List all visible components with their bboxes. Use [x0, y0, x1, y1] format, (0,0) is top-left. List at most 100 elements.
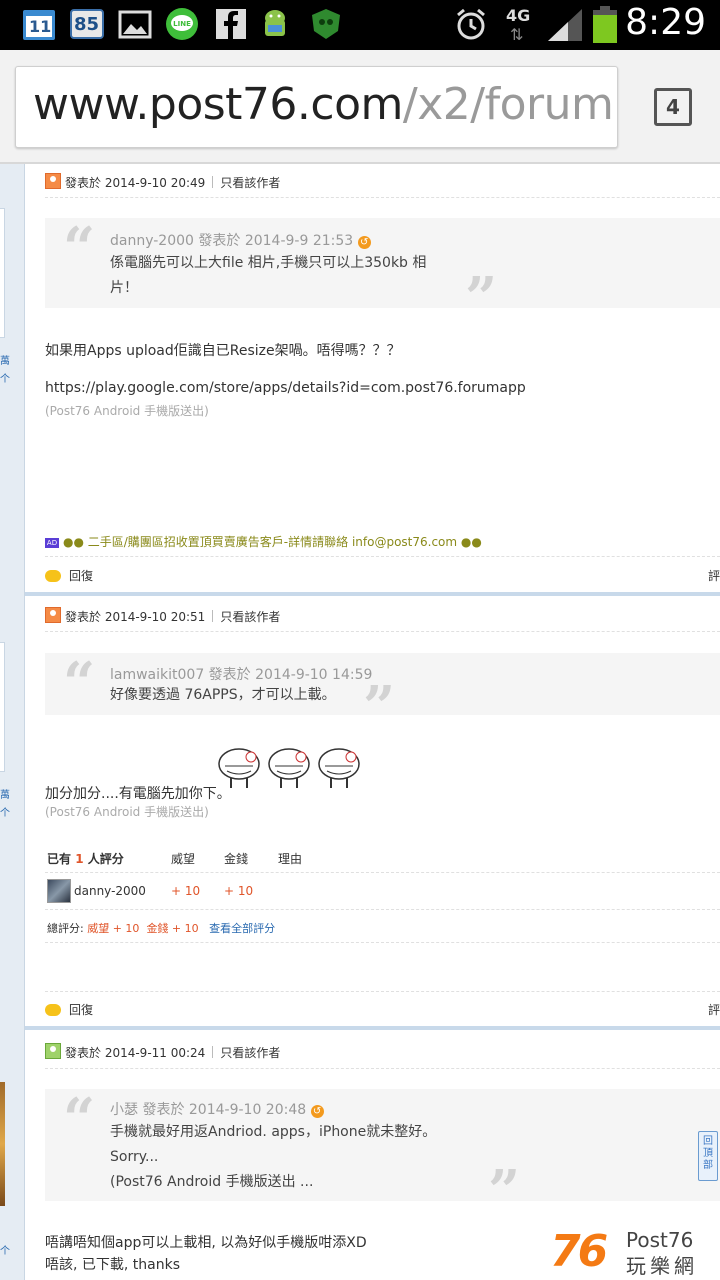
notification-count-icon: 85 [70, 7, 104, 41]
rating-money-value: + 10 [224, 884, 254, 898]
quote-text: 手機就最好用返Andriod. apps，iPhone就未整好。 Sorry...… [110, 1124, 437, 1190]
close-quote-icon: ” [363, 674, 396, 740]
only-author-link[interactable]: 只看該作者 [220, 1046, 280, 1060]
clock: 8:29 [625, 2, 706, 43]
rating-col-prestige: 威望 [171, 852, 196, 866]
address-bar[interactable]: www.post76.com/x2/forum.p [15, 66, 618, 148]
notification-count: 85 [74, 14, 100, 35]
calendar-icon: 11 [22, 7, 56, 41]
tab-switcher-button[interactable]: 4 [654, 88, 692, 126]
post-divider [25, 1026, 720, 1030]
post-link[interactable]: https://play.google.com/store/apps/detai… [45, 380, 526, 396]
post-text: 唔講唔知個app可以上載相, 以為好似手機版咁添XD [45, 1235, 367, 1251]
open-quote-icon: “ [63, 1086, 96, 1152]
reply-icon [45, 570, 61, 582]
rate-link[interactable]: 評 [708, 567, 720, 584]
reply-button[interactable]: 回復 [45, 1001, 93, 1018]
author-avatar[interactable] [0, 1082, 5, 1206]
user-icon [45, 1043, 61, 1059]
url-text[interactable]: www.post76.com/x2/forum.p [33, 79, 617, 130]
author-label: 个 [0, 1246, 10, 1257]
post-text: 唔該, 已下載, thanks [45, 1257, 181, 1273]
gallery-icon [118, 7, 152, 41]
back-to-top-label: 回頂部 [703, 1136, 713, 1171]
emoji-face-icon [218, 748, 260, 788]
rating-header: 已有 1 人評分 [47, 852, 124, 866]
emoji-face-icon [318, 748, 360, 788]
rating-col-reason: 理由 [278, 852, 303, 866]
author-label: 个 [0, 808, 10, 819]
author-label: 个 [0, 374, 10, 385]
ad-icon: AD [45, 538, 59, 548]
logo-number: 76 [550, 1226, 608, 1277]
open-quote-icon: “ [63, 650, 96, 716]
data-arrows-icon: ⇅ [510, 25, 524, 44]
emoji-group [217, 744, 367, 796]
close-quote-icon: ” [488, 1158, 521, 1224]
close-quote-icon: ” [465, 265, 498, 331]
rating-prestige-value: + 10 [171, 884, 201, 898]
network-type-label: 4G [506, 6, 531, 25]
logo-chinese: 玩樂網 [626, 1254, 698, 1278]
quote-block: “ 小瑟 發表於 2014-9-10 20:48 ↺ 手機就最好用返Andrio… [45, 1086, 720, 1219]
author-label: 萬 [0, 356, 10, 367]
post-text: 加分加分....有電腦先加你下。 [45, 786, 231, 802]
quote-text: 係電腦先可以上大file 相片,手機只可以上350kb 相片！ [110, 255, 427, 296]
post-meta: 發表於 2014-9-10 20:49 只看該作者 [45, 173, 280, 191]
rater-avatar[interactable] [47, 879, 71, 903]
quote-author: lamwaikit007 發表於 2014-9-10 14:59 [110, 667, 373, 683]
android-icon [258, 7, 292, 41]
rating-col-money: 金錢 [224, 852, 249, 866]
rater-name[interactable]: danny-2000 [74, 884, 146, 898]
author-card [0, 208, 5, 338]
emoji-face-icon [268, 748, 310, 788]
calendar-day: 11 [29, 17, 52, 36]
rate-link[interactable]: 評 [708, 1001, 720, 1018]
author-label: 萬 [0, 790, 10, 801]
post-date: 發表於 2014-9-10 20:51 [65, 610, 206, 624]
open-quote-icon: “ [63, 215, 96, 281]
only-author-link[interactable]: 只看該作者 [220, 176, 280, 190]
back-to-top-button[interactable]: 回頂部 [698, 1131, 718, 1181]
security-shield-icon [308, 7, 342, 41]
view-all-ratings-link[interactable]: 查看全部評分 [209, 922, 275, 935]
url-path: /x2/forum.p [402, 79, 617, 130]
quote-author: danny-2000 發表於 2014-9-9 21:53 ↺ [110, 230, 371, 250]
post-meta: 發表於 2014-9-11 00:24 只看該作者 [45, 1043, 280, 1061]
post76-logo: 76 Post76 玩樂網 [548, 1226, 708, 1278]
author-column: 萬 个 萬 个 个 [0, 164, 25, 1280]
reply-button[interactable]: 回復 [45, 567, 93, 584]
post-divider [25, 592, 720, 596]
quote-author: 小瑟 發表於 2014-9-10 20:48 ↺ [110, 1099, 324, 1119]
url-host: www.post76.com [33, 79, 403, 130]
post-date: 發表於 2014-9-11 00:24 [65, 1046, 206, 1060]
goto-post-icon[interactable]: ↺ [357, 236, 371, 249]
only-author-link[interactable]: 只看該作者 [220, 610, 280, 624]
author-card [0, 642, 5, 772]
user-icon [45, 607, 61, 623]
svg-text:LINE: LINE [173, 20, 191, 28]
quote-text: 好像要透過 76APPS，才可以上載。 [110, 687, 336, 703]
user-icon [45, 173, 61, 189]
quote-block: “ danny-2000 發表於 2014-9-9 21:53 ↺ 係電腦先可以… [45, 215, 720, 326]
status-bar: 11 85 LINE 4G ⇅ 8:29 [0, 0, 720, 50]
logo-latin: Post76 [626, 1228, 694, 1252]
rating-table: 已有 1 人評分 威望 金錢 理由 danny-2000 + 10 + 10 總… [45, 846, 720, 950]
goto-post-icon[interactable]: ↺ [310, 1105, 324, 1118]
battery-icon [592, 6, 618, 44]
reply-icon [45, 1004, 61, 1016]
quote-block: “ lamwaikit007 發表於 2014-9-10 14:59 好像要透過… [45, 650, 720, 735]
facebook-icon [214, 7, 248, 41]
post-signature: (Post76 Android 手機版送出) [45, 805, 209, 819]
line-app-icon: LINE [164, 7, 198, 41]
post-text: 如果用Apps upload佢識自已Resize架喎。唔得嗎？？？ [45, 343, 401, 359]
forum-post: 發表於 2014-9-10 20:51 只看該作者 “ lamwaikit007 … [25, 598, 720, 1026]
post-date: 發表於 2014-9-10 20:49 [65, 176, 206, 190]
signal-strength-icon [546, 7, 586, 41]
alarm-icon [454, 7, 488, 41]
ad-banner[interactable]: AD ●● 二手區/購團區招收置頂買賣廣告客戶-詳情請聯絡 info@post76… [45, 533, 482, 550]
browser-toolbar: www.post76.com/x2/forum.p 4 [0, 50, 720, 164]
forum-post: 發表於 2014-9-10 20:49 只看該作者 “ danny-2000 發表… [25, 164, 720, 590]
post-signature: (Post76 Android 手機版送出) [45, 404, 209, 418]
post-meta: 發表於 2014-9-10 20:51 只看該作者 [45, 607, 280, 625]
